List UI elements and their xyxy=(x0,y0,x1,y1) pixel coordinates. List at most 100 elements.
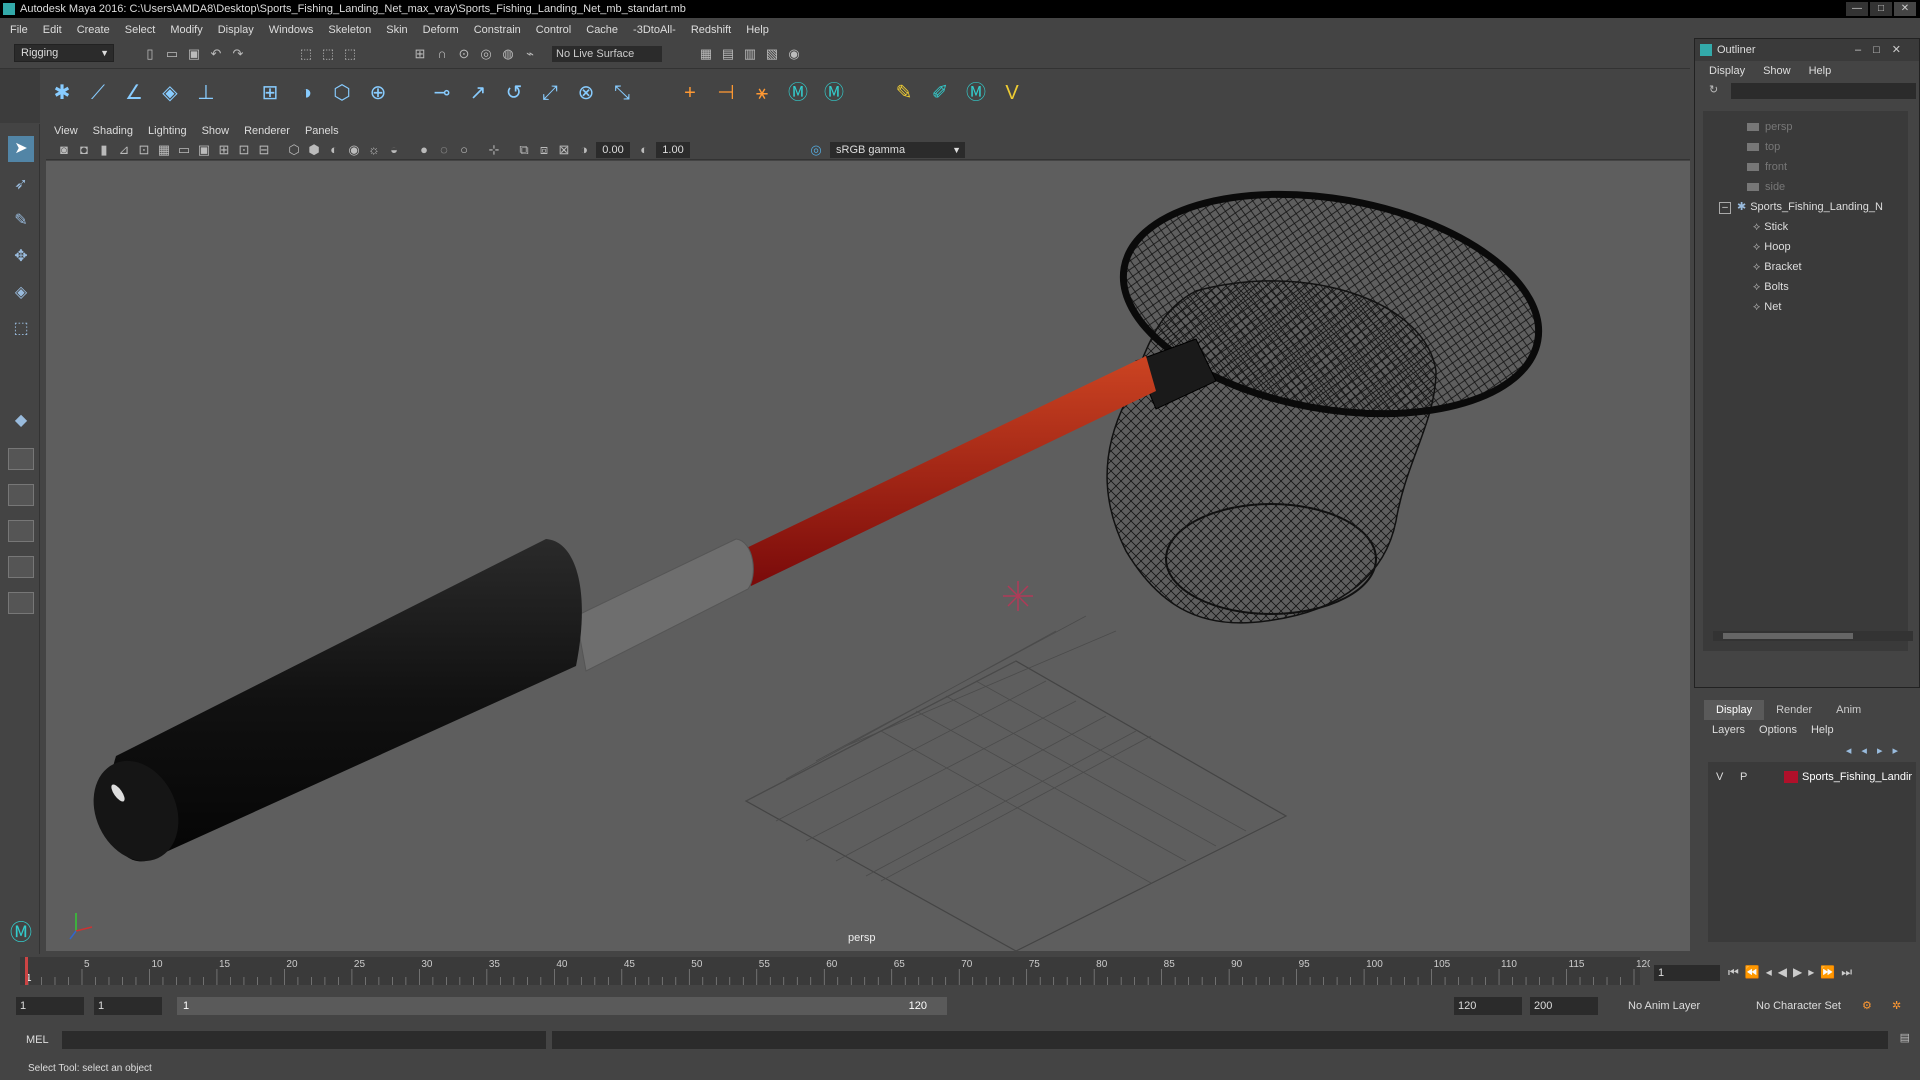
menu-skeleton[interactable]: Skeleton xyxy=(328,20,371,40)
tree-item-stick[interactable]: ⟡ Stick xyxy=(1753,217,1788,237)
menuset-dropdown[interactable]: Rigging ▼ xyxy=(14,44,114,62)
wrap-deformer-icon[interactable]: ⊕ xyxy=(364,79,392,107)
menu-display[interactable]: Display xyxy=(218,20,254,40)
outliner-search-input[interactable] xyxy=(1731,83,1916,99)
go-to-start-icon[interactable]: ⏮ xyxy=(1728,965,1739,980)
layer-playback-toggle[interactable]: P xyxy=(1740,768,1747,786)
ik-handle-icon[interactable]: ⟋ xyxy=(84,79,112,107)
range-slider[interactable]: 1 120 xyxy=(177,997,947,1015)
gamma-icon[interactable]: ◐ xyxy=(636,142,652,158)
joint-label-icon[interactable]: ⊣ xyxy=(712,79,740,107)
outliner-menu-help[interactable]: Help xyxy=(1809,61,1832,81)
render-settings-icon[interactable]: ▧ xyxy=(764,46,780,62)
hypershade-icon[interactable]: ◉ xyxy=(786,46,802,62)
sculpt-tool-icon[interactable]: ✐ xyxy=(926,79,954,107)
xray-joints-icon[interactable]: ⧈ xyxy=(536,142,552,158)
anim-layer-dropdown[interactable]: No Anim Layer xyxy=(1628,997,1700,1015)
playback-start-field[interactable]: 1 xyxy=(94,997,162,1015)
layer-action-icons[interactable]: ◂◂▸▸ xyxy=(1846,744,1908,757)
gamma-field[interactable]: 1.00 xyxy=(656,142,690,158)
paint-weights-icon[interactable]: ✎ xyxy=(890,79,918,107)
four-view-layout-icon[interactable] xyxy=(8,448,34,470)
scrollbar-thumb[interactable] xyxy=(1723,633,1853,639)
snap-point-icon[interactable]: ⊙ xyxy=(456,46,472,62)
script-editor-icon[interactable]: ▤ xyxy=(1900,1031,1910,1044)
joint-tool-icon[interactable]: ✱ xyxy=(48,79,76,107)
menu-help[interactable]: Help xyxy=(746,20,769,40)
point-constraint-icon[interactable]: ⊸ xyxy=(428,79,456,107)
menu-control[interactable]: Control xyxy=(536,20,571,40)
two-pane-layout-icon[interactable] xyxy=(8,484,34,506)
outliner-menu-show[interactable]: Show xyxy=(1763,61,1791,81)
layer-menu-help[interactable]: Help xyxy=(1811,720,1834,740)
layer-row[interactable]: V P Sports_Fishing_Landir xyxy=(1708,768,1916,786)
exposure-field[interactable]: 0.00 xyxy=(596,142,630,158)
step-back-frame-icon[interactable]: ◂ xyxy=(1766,965,1772,980)
isolate-select-icon[interactable]: ⊹ xyxy=(486,142,502,158)
snap-live-icon[interactable]: ⌁ xyxy=(522,46,538,62)
film-gate-icon[interactable]: ⊡ xyxy=(136,142,152,158)
step-forward-frame-icon[interactable]: ▸ xyxy=(1808,965,1814,980)
tree-item-group[interactable]: – ✱ Sports_Fishing_Landing_N xyxy=(1719,197,1883,217)
maximize-button[interactable]: □ xyxy=(1870,2,1892,16)
menu-edit[interactable]: Edit xyxy=(43,20,62,40)
view-transform-dropdown[interactable]: sRGB gamma ▼ xyxy=(830,142,965,158)
blend-shape-icon[interactable]: ◑ xyxy=(292,79,320,107)
ik-spline-icon[interactable]: ∠ xyxy=(120,79,148,107)
tree-item-side[interactable]: side xyxy=(1747,177,1785,197)
single-perspective-layout-icon[interactable]: ◆ xyxy=(8,408,34,434)
safe-title-icon[interactable]: ⊟ xyxy=(256,142,272,158)
select-component-icon[interactable]: ⬚ xyxy=(342,46,358,62)
camera-attributes-icon[interactable]: ◘ xyxy=(76,142,92,158)
vp-menu-view[interactable]: View xyxy=(54,122,78,140)
image-plane-icon[interactable]: ⊿ xyxy=(116,142,132,158)
select-object-icon[interactable]: ⬚ xyxy=(320,46,336,62)
wireframe-on-shaded-icon[interactable]: ◐ xyxy=(326,142,342,158)
menu-select[interactable]: Select xyxy=(125,20,156,40)
layer-menu-layers[interactable]: Layers xyxy=(1712,720,1745,740)
motion-blur-icon[interactable]: ◌ xyxy=(436,142,452,158)
menu-constrain[interactable]: Constrain xyxy=(474,20,521,40)
menu-cache[interactable]: Cache xyxy=(586,20,618,40)
new-scene-icon[interactable]: ▯ xyxy=(142,46,158,62)
close-button[interactable]: ✕ xyxy=(1894,2,1916,16)
menu-windows[interactable]: Windows xyxy=(269,20,314,40)
paint-select-icon[interactable]: ✎ xyxy=(8,208,34,234)
step-back-key-icon[interactable]: ⏪ xyxy=(1745,965,1760,980)
render-frame-icon[interactable]: ▤ xyxy=(720,46,736,62)
tree-item-net[interactable]: ⟡ Net xyxy=(1753,297,1781,317)
menu-3dtoall[interactable]: -3DtoAll- xyxy=(633,20,676,40)
lasso-tool-icon[interactable]: ➶ xyxy=(8,172,34,198)
lights-icon[interactable]: ☼ xyxy=(366,142,382,158)
field-chart-icon[interactable]: ⊞ xyxy=(216,142,232,158)
orient-joint-icon[interactable]: ⊥ xyxy=(192,79,220,107)
tree-item-front[interactable]: front xyxy=(1747,157,1787,177)
select-hierarchy-icon[interactable]: ⬚ xyxy=(298,46,314,62)
tree-item-top[interactable]: top xyxy=(1747,137,1780,157)
color-management-icon[interactable]: ◎ xyxy=(808,142,824,158)
bookmark-icon[interactable]: ▮ xyxy=(96,142,112,158)
snap-view-icon[interactable]: ◎ xyxy=(478,46,494,62)
locator-icon[interactable]: + xyxy=(676,79,704,107)
layer-color-swatch[interactable] xyxy=(1784,771,1798,783)
shadows-icon[interactable]: ◒ xyxy=(386,142,402,158)
open-scene-icon[interactable]: ▭ xyxy=(164,46,180,62)
snap-surface-icon[interactable]: ◍ xyxy=(500,46,516,62)
rotate-tool-icon[interactable]: ◈ xyxy=(8,280,34,306)
hik-character-icon[interactable]: Ⓜ xyxy=(820,79,848,107)
resolution-gate-icon[interactable]: ▭ xyxy=(176,142,192,158)
outliner-horizontal-scrollbar[interactable] xyxy=(1713,631,1913,641)
aim-constraint-icon[interactable]: ↗ xyxy=(464,79,492,107)
go-to-end-icon[interactable]: ⏭ xyxy=(1841,965,1852,980)
textured-icon[interactable]: ◉ xyxy=(346,142,362,158)
time-slider[interactable]: 1 5 10 15 20 25 30 35 40 45 50 55 60 65 70 75 80 85 90 95 10… xyxy=(0,955,1920,987)
orient-constraint-icon[interactable]: ↺ xyxy=(500,79,528,107)
minimize-button[interactable]: — xyxy=(1846,2,1868,16)
character-set-dropdown[interactable]: No Character Set xyxy=(1756,997,1841,1015)
tab-render[interactable]: Render xyxy=(1764,700,1824,720)
tree-item-hoop[interactable]: ⟡ Hoop xyxy=(1753,237,1791,257)
layer-visibility-toggle[interactable]: V xyxy=(1716,768,1723,786)
outliner-layout-icon[interactable] xyxy=(8,520,34,542)
play-backward-icon[interactable]: ◀ xyxy=(1778,965,1787,980)
vp-menu-panels[interactable]: Panels xyxy=(305,122,339,140)
